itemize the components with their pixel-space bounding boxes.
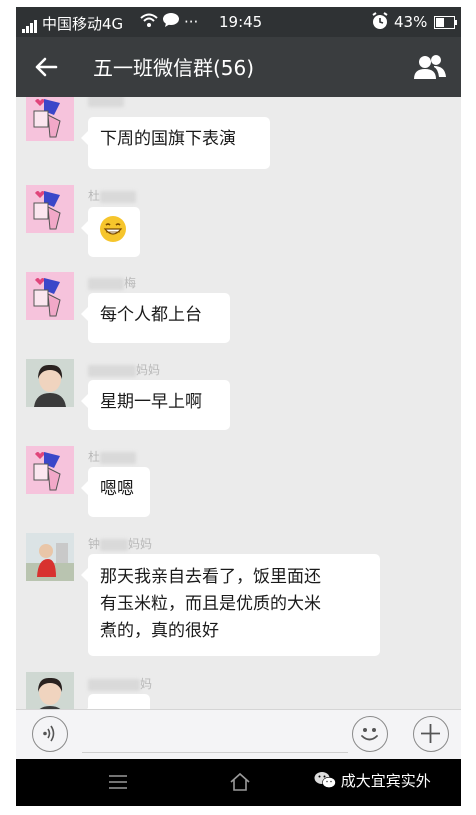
chat-title: 五一班微信群(56) [93, 56, 255, 80]
message-bubble[interactable]: 每个人都上台 [81, 293, 230, 343]
message-line: 那天我亲自去看了，饭里面还 [100, 567, 321, 587]
photo-avatar-icon [26, 533, 74, 581]
photo-avatar-icon [26, 672, 74, 709]
cartoon-avatar-icon [26, 185, 74, 233]
battery-percent: 43% [394, 13, 428, 31]
message-bubble[interactable]: 嗯嗯 [81, 467, 150, 517]
clock: 19:45 [219, 13, 263, 31]
message-line: 有玉米粒，而且是优质的大米 [100, 594, 321, 614]
group-members-button[interactable] [412, 51, 448, 83]
more-notifications: ··· [184, 13, 199, 31]
sender-name: 梅 [88, 274, 136, 290]
add-button[interactable] [413, 716, 449, 752]
emoji-icon [361, 728, 378, 741]
carrier-label: 中国移动4G [42, 15, 124, 33]
message-bubble[interactable]: 星期一早上啊 [81, 380, 230, 430]
message-bubble[interactable] [81, 694, 150, 709]
wifi-icon [140, 12, 158, 32]
emoji-button[interactable] [352, 716, 388, 752]
menu-icon [109, 775, 127, 789]
avatar[interactable] [26, 359, 74, 407]
back-button[interactable] [30, 51, 62, 83]
avatar[interactable] [26, 272, 74, 320]
message-input[interactable] [82, 718, 348, 753]
signal-icon [22, 15, 38, 33]
title-bar: 五一班微信群(56) [16, 37, 461, 97]
sender-name: 杜 [88, 187, 137, 203]
arrow-left-icon [35, 57, 58, 77]
watermark-text: 成大宜宾实外 [340, 772, 431, 790]
message-notification-icon [162, 12, 180, 32]
avatar[interactable] [26, 446, 74, 494]
alarm-icon [371, 12, 389, 34]
phone-screen: 中国移动4G ··· 19:45 43% 五一班微信群(56) 下周的国旗下表演… [16, 7, 461, 806]
watermark: 成大宜宾实外 [314, 770, 431, 791]
wechat-logo-icon [314, 772, 336, 788]
sender-name: 妈 [88, 675, 152, 691]
group-icon [414, 55, 446, 79]
menu-key[interactable] [108, 773, 128, 795]
avatar[interactable] [26, 672, 74, 709]
plus-icon [421, 724, 440, 743]
sender-name: 妈妈 [88, 361, 160, 377]
sender-name [88, 97, 124, 107]
grinning-emoji-icon [100, 216, 126, 242]
input-bar [16, 709, 461, 759]
voice-button[interactable] [32, 716, 68, 752]
message-list: 下周的国旗下表演 杜 梅 每个人都上台 妈妈 星期一早上啊 杜 嗯嗯 钟 妈妈 … [16, 97, 461, 709]
avatar[interactable] [26, 533, 74, 581]
message-line: 煮的，真的很好 [100, 621, 219, 641]
voice-icon [43, 725, 55, 742]
status-bar: 中国移动4G ··· 19:45 43% [16, 7, 461, 37]
message-bubble[interactable]: 下周的国旗下表演 [81, 117, 270, 169]
message-bubble[interactable]: 那天我亲自去看了，饭里面还 有玉米粒，而且是优质的大米 煮的，真的很好 [81, 554, 380, 656]
avatar[interactable] [26, 97, 74, 141]
photo-avatar-icon [26, 359, 74, 407]
message-bubble[interactable] [81, 207, 140, 257]
home-key[interactable] [229, 771, 251, 797]
sender-name: 钟妈妈 [88, 537, 153, 551]
home-icon [230, 772, 250, 791]
cartoon-avatar-icon [26, 97, 74, 141]
sender-name: 杜 [88, 448, 137, 464]
cartoon-avatar-icon [26, 446, 74, 494]
avatar[interactable] [26, 185, 74, 233]
battery-icon [434, 15, 458, 33]
cartoon-avatar-icon [26, 272, 74, 320]
